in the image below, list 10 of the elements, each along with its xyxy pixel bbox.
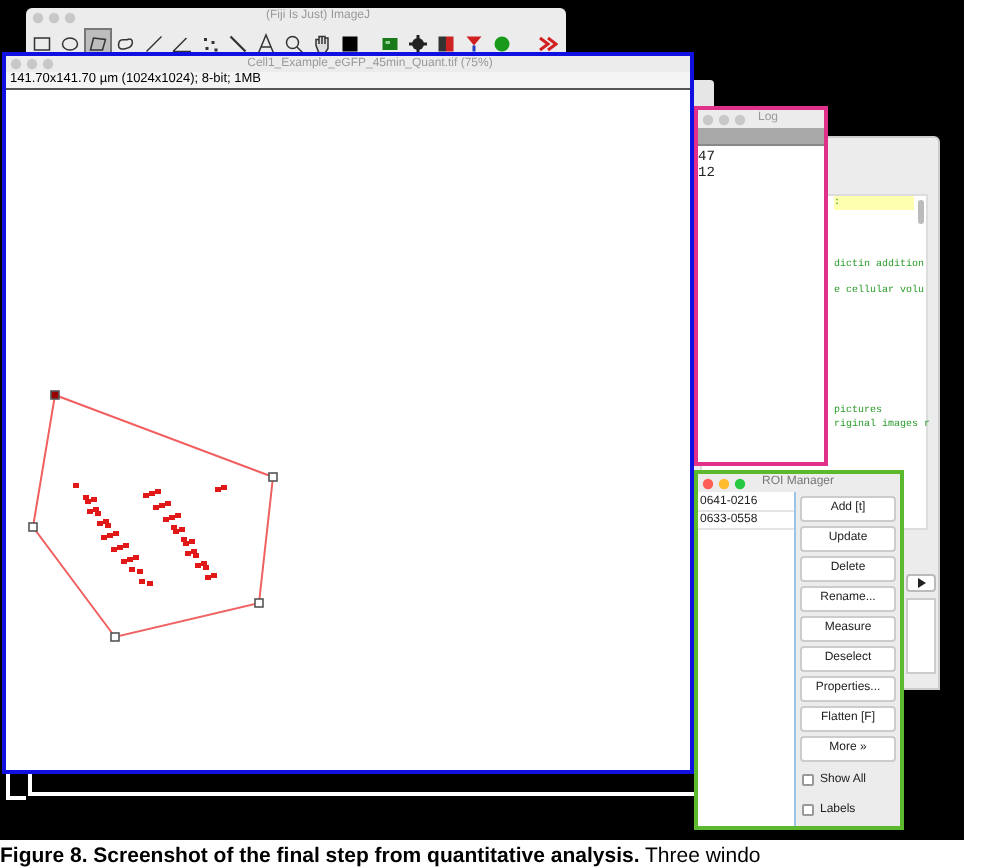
- window-controls-icon[interactable]: [702, 477, 746, 489]
- run-button[interactable]: [906, 574, 936, 592]
- more-tools-icon[interactable]: [538, 35, 558, 51]
- log-header-bar: [698, 128, 824, 146]
- checkbox[interactable]: [802, 773, 814, 785]
- scrollbar-thumb[interactable]: [918, 200, 924, 224]
- tool-button[interactable]: [252, 28, 280, 58]
- checkbox[interactable]: [802, 803, 814, 815]
- figure-caption: Figure 8. Screenshot of the final step from quantitative analysis. Three windo: [0, 844, 761, 868]
- play-icon: [917, 578, 925, 588]
